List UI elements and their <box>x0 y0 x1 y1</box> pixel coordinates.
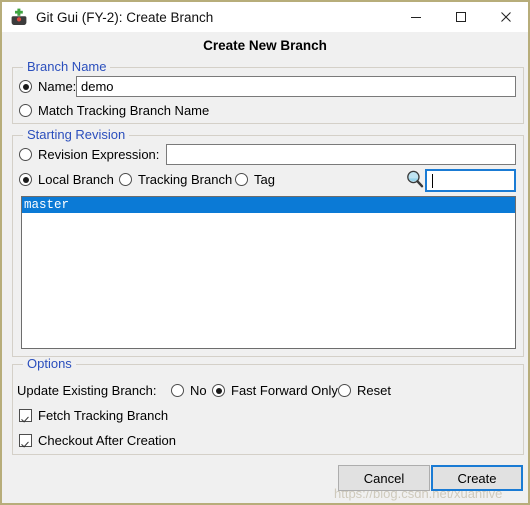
cancel-button-label: Cancel <box>363 470 405 486</box>
update-no-radio-row[interactable]: No <box>171 383 207 398</box>
branch-name-group-title: Branch Name <box>23 60 111 74</box>
name-radio-label: Name: <box>38 79 77 94</box>
branch-name-input-value: demo <box>81 79 114 94</box>
local-branch-radio-row[interactable]: Local Branch <box>19 172 114 187</box>
name-radio-row[interactable]: Name: <box>19 79 76 94</box>
close-icon <box>500 12 511 22</box>
match-tracking-radio[interactable] <box>19 104 32 117</box>
update-fast-forward-label: Fast Forward Only <box>231 383 338 398</box>
revision-expression-input[interactable] <box>166 144 516 165</box>
revision-expression-radio-label: Revision Expression: <box>38 147 160 162</box>
close-button[interactable] <box>483 2 528 32</box>
checkout-after-label: Checkout After Creation <box>38 433 177 448</box>
list-item[interactable]: master <box>22 197 515 213</box>
update-fast-forward-radio[interactable] <box>212 384 225 397</box>
branch-listbox[interactable]: master <box>21 196 516 349</box>
create-button[interactable]: Create <box>431 465 523 491</box>
starting-revision-group-title: Starting Revision <box>23 128 130 142</box>
create-branch-window: Git Gui (FY-2): Create Branch Create New… <box>0 0 530 505</box>
revision-expression-radio[interactable] <box>19 148 32 161</box>
revision-expression-radio-row[interactable]: Revision Expression: <box>19 147 159 162</box>
magnifier-icon[interactable] <box>405 169 425 189</box>
update-reset-radio-row[interactable]: Reset <box>338 383 391 398</box>
minimize-icon <box>410 17 421 18</box>
tracking-branch-radio-label: Tracking Branch <box>138 172 233 187</box>
branch-name-group: Branch Name Name: demo Match Tracking Br… <box>12 60 524 124</box>
dialog-body: Branch Name Name: demo Match Tracking Br… <box>4 59 526 501</box>
fetch-tracking-checkbox-row[interactable]: Fetch Tracking Branch <box>19 408 168 423</box>
update-no-radio[interactable] <box>171 384 184 397</box>
match-tracking-radio-label: Match Tracking Branch Name <box>38 103 210 118</box>
tag-radio[interactable] <box>235 173 248 186</box>
options-group-title: Options <box>23 357 76 371</box>
options-group: Options Update Existing Branch: No Fast … <box>12 357 524 455</box>
tracking-branch-radio[interactable] <box>119 173 132 186</box>
local-branch-radio[interactable] <box>19 173 32 186</box>
update-reset-label: Reset <box>357 383 391 398</box>
update-fast-forward-radio-row[interactable]: Fast Forward Only <box>212 383 338 398</box>
create-button-label: Create <box>457 470 497 486</box>
git-gui-icon <box>10 8 28 26</box>
dialog-header-title: Create New Branch <box>4 32 526 59</box>
checkout-after-checkbox-row[interactable]: Checkout After Creation <box>19 433 176 448</box>
starting-revision-group: Starting Revision Revision Expression: L… <box>12 128 524 357</box>
tracking-branch-radio-row[interactable]: Tracking Branch <box>119 172 232 187</box>
update-existing-branch-label-row: Update Existing Branch: <box>17 383 156 398</box>
fetch-tracking-checkbox[interactable] <box>19 409 32 422</box>
update-reset-radio[interactable] <box>338 384 351 397</box>
maximize-button[interactable] <box>438 2 483 32</box>
update-existing-branch-label: Update Existing Branch: <box>17 383 157 398</box>
cancel-button[interactable]: Cancel <box>338 465 430 491</box>
maximize-icon <box>455 12 466 22</box>
window-title: Git Gui (FY-2): Create Branch <box>36 9 214 25</box>
match-tracking-radio-row[interactable]: Match Tracking Branch Name <box>19 103 209 118</box>
update-no-label: No <box>190 383 207 398</box>
local-branch-radio-label: Local Branch <box>38 172 114 187</box>
minimize-button[interactable] <box>393 2 438 32</box>
branch-name-input[interactable]: demo <box>76 76 516 97</box>
fetch-tracking-label: Fetch Tracking Branch <box>38 408 169 423</box>
tag-radio-label: Tag <box>254 172 275 187</box>
text-caret <box>432 173 433 188</box>
name-radio[interactable] <box>19 80 32 93</box>
checkout-after-checkbox[interactable] <box>19 434 32 447</box>
tag-radio-row[interactable]: Tag <box>235 172 275 187</box>
branch-filter-input[interactable] <box>425 169 516 192</box>
title-bar: Git Gui (FY-2): Create Branch <box>2 2 528 32</box>
